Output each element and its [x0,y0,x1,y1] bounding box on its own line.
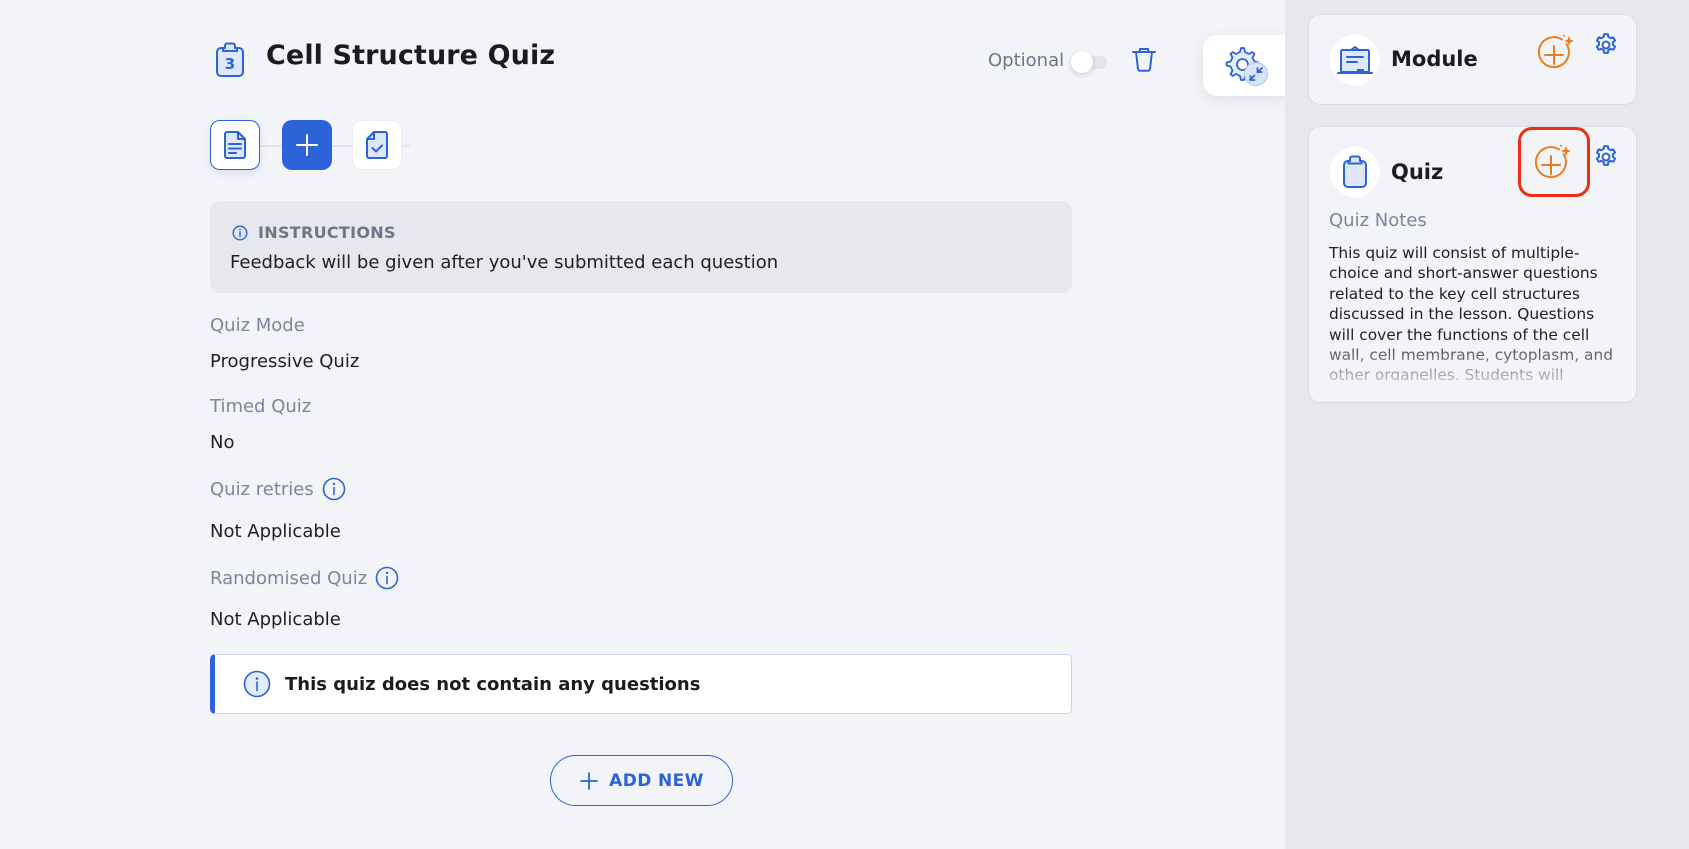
quiz-card-title: Quiz [1391,160,1444,184]
step-quiz-button[interactable] [352,120,402,170]
trash-icon[interactable] [1131,45,1157,73]
quiz-mode-label-text: Quiz Mode [210,315,305,336]
quiz-retries-label: Quiz retries [210,477,346,501]
module-card[interactable]: Module [1308,14,1637,105]
plus-icon [296,134,318,156]
optional-label: Optional [988,50,1065,71]
module-card-title: Module [1391,47,1478,71]
clipboard-number-icon: 3 [216,42,244,77]
randomised-quiz-label: Randomised Quiz [210,566,399,590]
info-icon [243,670,271,698]
ai-add-sparkle-icon [1535,144,1571,179]
step-add-button[interactable] [282,120,332,170]
timed-quiz-label: Timed Quiz [210,396,311,417]
optional-toggle[interactable] [1071,51,1111,73]
quiz-notes: This quiz will consist of multiple-choic… [1329,243,1624,381]
document-check-icon [366,131,388,159]
instructions-box: INSTRUCTIONS Feedback will be given afte… [210,201,1072,293]
info-icon [375,566,399,590]
quiz-notes-label: Quiz Notes [1329,210,1427,231]
quiz-retries-value: Not Applicable [210,521,341,542]
document-icon [224,131,246,159]
quiz-mode-value: Progressive Quiz [210,351,360,372]
randomised-quiz-label-text: Randomised Quiz [210,567,368,589]
notes-fade-overlay [1329,335,1624,381]
instructions-title: INSTRUCTIONS [258,223,396,242]
module-ai-add-button[interactable] [1537,34,1576,74]
page-title: Cell Structure Quiz [266,40,556,71]
randomised-quiz-info-button[interactable] [375,566,399,590]
gear-collapse-icon [1225,47,1269,87]
ai-add-sparkle-icon [1537,34,1574,69]
info-icon [232,224,248,241]
module-settings-button[interactable] [1593,32,1619,62]
randomised-quiz-value: Not Applicable [210,609,341,630]
quiz-card[interactable]: Quiz Quiz Notes This quiz will consist o… [1308,126,1637,403]
gear-icon [1595,33,1617,54]
clipboard-icon [1343,155,1367,188]
quiz-ai-add-button[interactable] [1518,127,1590,197]
add-new-label: ADD NEW [609,770,704,791]
info-icon [322,477,346,501]
timed-quiz-value: No [210,432,235,453]
gear-icon [1595,145,1617,166]
plus-icon [580,771,599,790]
building-icon [1337,46,1373,74]
empty-notice-text: This quiz does not contain any questions [285,673,701,695]
quiz-mode-label: Quiz Mode [210,315,305,336]
main-content: 3 Cell Structure Quiz Optional INSTRUCTI… [0,0,1288,849]
collapse-settings-button[interactable] [1203,35,1288,96]
quiz-avatar [1330,147,1380,197]
instructions-text: Feedback will be given after you've subm… [230,252,779,273]
step-content-button[interactable] [210,120,260,170]
quiz-settings-button[interactable] [1593,144,1619,174]
title-icon-number: 3 [225,55,235,73]
quiz-retries-info-button[interactable] [322,477,346,501]
toggle-knob [1071,51,1093,73]
timed-quiz-label-text: Timed Quiz [210,396,312,417]
quiz-retries-label-text: Quiz retries [210,478,314,500]
add-new-button[interactable]: ADD NEW [550,755,733,806]
empty-questions-notice: This quiz does not contain any questions [210,654,1072,714]
module-avatar [1330,35,1380,85]
